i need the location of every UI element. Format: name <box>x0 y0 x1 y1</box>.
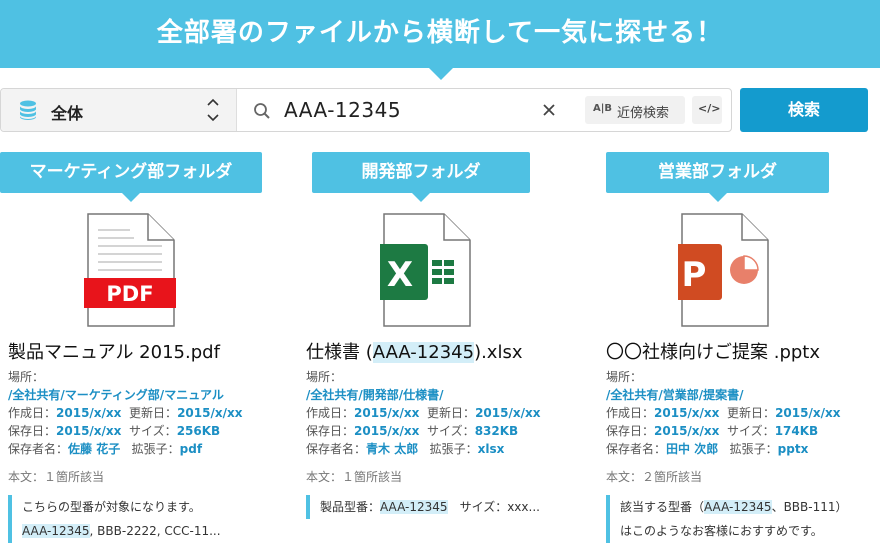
file-name[interactable]: 仕様書 (AAA-12345).xlsx <box>306 338 576 364</box>
folder-tag-marketing: マーケティング部フォルダ <box>0 152 262 202</box>
fuzzy-search-button[interactable]: A|B 近傍検索 <box>585 96 685 124</box>
file-meta: 場所： /全社共有/マーケティング部/マニュアル 作成日：2015/x/xx 更… <box>8 370 243 456</box>
folder-path-link[interactable]: /全社共有/営業部/提案書/ <box>606 388 744 402</box>
folder-label: 営業部フォルダ <box>658 162 777 182</box>
code-button[interactable]: </> <box>692 96 722 124</box>
database-icon <box>20 100 36 120</box>
hit-count: 本文：１箇所該当 <box>8 470 105 484</box>
snippet: 該当する型番（AAA-12345、BBB-111） はこのようなお客様におすすめ… <box>606 495 876 543</box>
folder-label: 開発部フォルダ <box>361 162 481 182</box>
powerpoint-file-icon[interactable]: P <box>678 212 770 328</box>
search-bar: 全体 AAA-12345 A|B 近傍検索 </> <box>0 88 732 132</box>
search-input[interactable]: AAA-12345 <box>284 98 401 122</box>
excel-file-icon[interactable]: X <box>380 212 472 328</box>
hit-count: 本文：１箇所該当 <box>306 470 403 484</box>
chevron-updown-icon <box>207 98 219 122</box>
banner-title: 全部署のファイルから横断して一気に探せる！ <box>156 18 724 48</box>
scope-value: 全体 <box>51 104 84 123</box>
pdf-file-icon[interactable]: PDF <box>84 212 176 328</box>
hit-count: 本文：２箇所該当 <box>606 470 703 484</box>
folder-tag-development: 開発部フォルダ <box>312 152 530 202</box>
folder-tag-sales: 営業部フォルダ <box>606 152 829 202</box>
file-name[interactable]: 製品マニュアル 2015.pdf <box>8 338 278 364</box>
scope-select[interactable]: 全体 <box>1 89 237 131</box>
powerpoint-icon-label: P <box>682 255 707 295</box>
folder-path-link[interactable]: /全社共有/開発部/仕様書/ <box>306 388 444 402</box>
result-card-xlsx[interactable]: 仕様書 (AAA-12345).xlsx 場所： /全社共有/開発部/仕様書/ … <box>306 338 576 519</box>
file-meta: 場所： /全社共有/開発部/仕様書/ 作成日：2015/x/xx 更新日：201… <box>306 370 541 456</box>
snippet: 製品型番：AAA-12345 サイズ：xxx... <box>306 495 576 519</box>
search-button[interactable]: 検索 <box>740 88 868 132</box>
ab-icon: A|B <box>593 103 613 114</box>
banner-pointer <box>427 66 455 80</box>
result-card-pptx[interactable]: 〇〇社様向けご提案 .pptx 場所： /全社共有/営業部/提案書/ 作成日：2… <box>606 338 876 543</box>
folder-path-link[interactable]: /全社共有/マーケティング部/マニュアル <box>8 388 224 402</box>
close-icon[interactable] <box>539 100 559 120</box>
code-icon: </> <box>698 102 721 115</box>
fuzzy-search-label: 近傍検索 <box>617 106 670 121</box>
search-icon <box>254 103 270 119</box>
header-banner: 全部署のファイルから横断して一気に探せる！ <box>0 0 880 68</box>
folder-label: マーケティング部フォルダ <box>29 162 233 182</box>
file-name[interactable]: 〇〇社様向けご提案 .pptx <box>606 338 876 364</box>
result-card-pdf[interactable]: 製品マニュアル 2015.pdf 場所： /全社共有/マーケティング部/マニュア… <box>8 338 278 543</box>
pdf-icon-label: PDF <box>106 282 153 306</box>
file-meta: 場所： /全社共有/営業部/提案書/ 作成日：2015/x/xx 更新日：201… <box>606 370 841 456</box>
snippet: こちらの型番が対象になります。 AAA-12345, BBB-2222, CCC… <box>8 495 278 543</box>
excel-icon-label: X <box>387 255 413 295</box>
